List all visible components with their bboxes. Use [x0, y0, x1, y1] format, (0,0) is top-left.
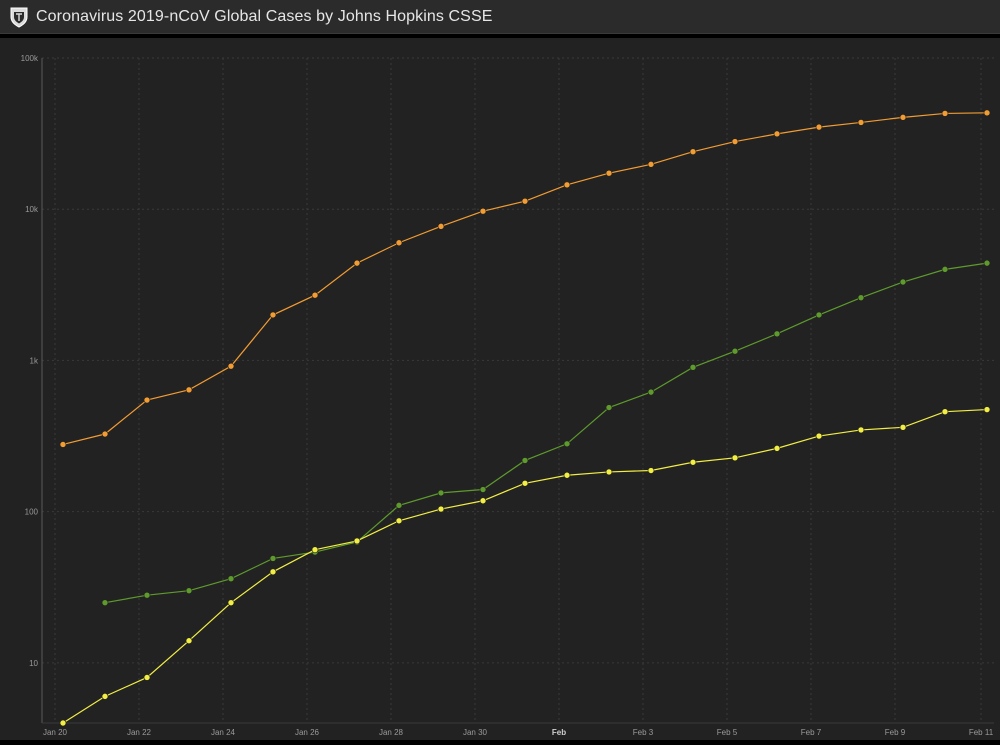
- data-point[interactable]: [185, 386, 193, 394]
- x-tick-label: Jan 26: [295, 728, 320, 737]
- data-point[interactable]: [605, 468, 613, 476]
- data-point[interactable]: [983, 259, 991, 267]
- data-point[interactable]: [269, 555, 277, 562]
- data-point[interactable]: [521, 197, 529, 205]
- data-point[interactable]: [227, 362, 235, 370]
- data-point[interactable]: [479, 207, 487, 215]
- page-title: Coronavirus 2019-nCoV Global Cases by Jo…: [36, 7, 493, 25]
- data-point[interactable]: [227, 599, 235, 606]
- y-tick-label: 10: [29, 659, 38, 668]
- data-point[interactable]: [143, 674, 151, 681]
- y-tick-label: 100k: [21, 54, 39, 63]
- data-point[interactable]: [59, 719, 67, 727]
- data-point[interactable]: [815, 432, 823, 440]
- data-point[interactable]: [773, 330, 781, 338]
- x-tick-label: Feb: [552, 728, 566, 737]
- data-point[interactable]: [269, 311, 277, 319]
- data-point[interactable]: [59, 441, 67, 448]
- y-tick-label: 10k: [25, 205, 39, 214]
- x-tick-label: Jan 30: [463, 728, 488, 737]
- data-point[interactable]: [353, 259, 361, 267]
- data-point[interactable]: [143, 396, 151, 404]
- data-point[interactable]: [395, 517, 403, 525]
- x-tick-label: Feb 7: [801, 728, 822, 737]
- data-point[interactable]: [437, 223, 445, 230]
- data-point[interactable]: [269, 568, 277, 576]
- data-point[interactable]: [773, 130, 781, 138]
- data-point[interactable]: [437, 489, 445, 497]
- x-tick-label: Jan 22: [127, 728, 152, 737]
- y-tick-label: 100: [25, 508, 39, 517]
- data-point[interactable]: [101, 430, 109, 438]
- data-point[interactable]: [605, 169, 613, 177]
- data-point[interactable]: [815, 123, 823, 131]
- data-point[interactable]: [815, 311, 823, 319]
- data-point[interactable]: [395, 502, 403, 509]
- data-point[interactable]: [227, 575, 235, 583]
- series-1: [101, 259, 991, 606]
- data-point[interactable]: [941, 266, 949, 273]
- data-point[interactable]: [563, 181, 571, 189]
- data-point[interactable]: [437, 505, 445, 513]
- data-point[interactable]: [857, 426, 865, 434]
- data-point[interactable]: [941, 408, 949, 415]
- data-point[interactable]: [311, 546, 319, 553]
- data-point[interactable]: [479, 497, 487, 505]
- data-point[interactable]: [353, 537, 361, 545]
- series-2: [59, 406, 991, 727]
- data-point[interactable]: [647, 161, 655, 168]
- data-point[interactable]: [983, 109, 991, 117]
- data-point[interactable]: [899, 114, 907, 121]
- series-line: [104, 262, 988, 604]
- data-point[interactable]: [521, 457, 529, 464]
- data-point[interactable]: [143, 591, 151, 599]
- data-point[interactable]: [311, 291, 319, 299]
- data-point[interactable]: [689, 148, 697, 156]
- data-point[interactable]: [899, 278, 907, 286]
- data-point[interactable]: [731, 347, 739, 355]
- x-tick-label: Jan 24: [211, 728, 236, 737]
- series-0: [59, 109, 991, 448]
- x-tick-label: Feb 9: [885, 728, 906, 737]
- x-tick-label: Jan 28: [379, 728, 404, 737]
- data-point[interactable]: [647, 467, 655, 474]
- data-point[interactable]: [689, 458, 697, 466]
- series-line: [62, 112, 988, 446]
- data-point[interactable]: [101, 693, 109, 700]
- data-point[interactable]: [647, 388, 655, 396]
- chart-panel: 10 100 1k 10k 100k Jan 20 Jan 22 Jan 24 Jan 26 Ja…: [0, 38, 1000, 740]
- data-point[interactable]: [563, 440, 571, 448]
- series: [59, 109, 991, 727]
- x-tick-label: Feb 11: [969, 728, 994, 737]
- data-point[interactable]: [101, 599, 109, 606]
- data-point[interactable]: [857, 119, 865, 126]
- data-point[interactable]: [983, 406, 991, 413]
- data-point[interactable]: [479, 486, 487, 493]
- data-point[interactable]: [941, 110, 949, 117]
- data-point[interactable]: [605, 404, 613, 411]
- data-point[interactable]: [857, 294, 865, 301]
- x-tick-label: Feb 5: [717, 728, 738, 737]
- data-point[interactable]: [185, 637, 193, 645]
- app-header: Coronavirus 2019-nCoV Global Cases by Jo…: [0, 0, 1000, 34]
- data-point[interactable]: [731, 454, 739, 462]
- data-point[interactable]: [689, 364, 697, 371]
- y-tick-label: 1k: [30, 356, 39, 365]
- data-point[interactable]: [773, 445, 781, 452]
- series-line: [62, 408, 988, 724]
- data-point[interactable]: [395, 239, 403, 247]
- data-point[interactable]: [899, 424, 907, 431]
- jhu-shield-icon: [8, 6, 30, 28]
- x-tick-label: Jan 20: [43, 728, 68, 737]
- data-point[interactable]: [185, 587, 193, 594]
- data-point[interactable]: [521, 479, 529, 487]
- data-point[interactable]: [731, 138, 739, 145]
- cases-line-chart: 10 100 1k 10k 100k Jan 20 Jan 22 Jan 24 Jan 26 Ja…: [21, 54, 994, 737]
- x-tick-label: Feb 3: [633, 728, 654, 737]
- data-point[interactable]: [563, 471, 571, 479]
